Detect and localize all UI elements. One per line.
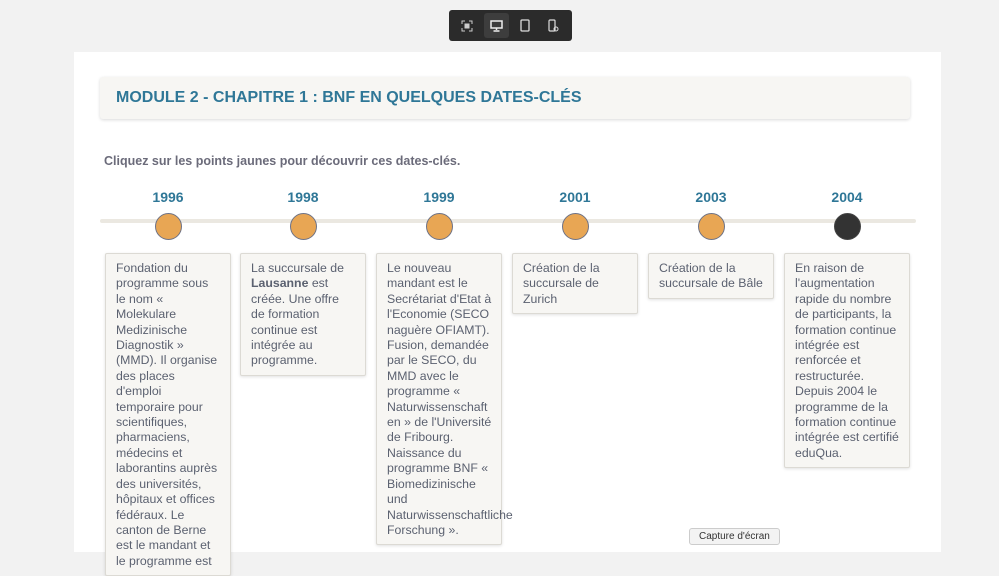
timeline-point-active[interactable] (833, 213, 861, 240)
content-panel: MODULE 2 - CHAPITRE 1 : BNF EN QUELQUES … (74, 52, 941, 576)
timeline-point[interactable] (561, 213, 589, 240)
timeline-point[interactable] (697, 213, 725, 240)
timeline-point[interactable] (289, 213, 317, 240)
fullscreen-button[interactable] (455, 13, 480, 38)
timeline-year: 2003 (695, 189, 727, 205)
timeline-year: 2001 (559, 189, 591, 205)
timeline-item-2004: 2004 En raison de l'augmentation rapide … (784, 189, 910, 469)
fullscreen-icon (461, 20, 473, 31)
timeline-year: 1998 (287, 189, 319, 205)
screenshot-button[interactable]: Capture d'écran (689, 528, 780, 545)
desktop-icon (489, 19, 503, 32)
mobile-rotate-icon (548, 19, 559, 32)
timeline-item-1996: 1996 Fondation du programme sous le nom … (105, 189, 231, 576)
tablet-view-button[interactable] (512, 13, 537, 38)
timeline-point[interactable] (425, 213, 453, 240)
timeline-item-2001: 2001 Création de la succursale de Zurich (512, 189, 638, 315)
mobile-rotate-button[interactable] (541, 13, 566, 38)
timeline-card: La succursale de Lausanne est créée. Une… (240, 253, 366, 376)
preview-toolbar (449, 10, 572, 41)
card-bold-text: Lausanne (251, 276, 309, 291)
page-title: MODULE 2 - CHAPITRE 1 : BNF EN QUELQUES … (100, 77, 910, 119)
timeline-item-1999: 1999 Le nouveau mandant est le Secrétari… (376, 189, 513, 546)
timeline-item-2003: 2003 Création de la succursale de Bâle (648, 189, 774, 299)
timeline-card: Fondation du programme sous le nom « Mol… (105, 253, 231, 576)
instruction-text: Cliquez sur les points jaunes pour décou… (104, 154, 461, 168)
timeline-point[interactable] (154, 213, 182, 240)
tablet-icon (520, 19, 530, 32)
timeline-year: 1996 (152, 189, 184, 205)
desktop-view-button[interactable] (483, 13, 509, 38)
card-text: La succursale de (251, 261, 344, 275)
timeline-item-1998: 1998 La succursale de Lausanne est créée… (240, 189, 366, 376)
timeline-card: Création de la succursale de Zurich (512, 253, 638, 315)
timeline-year: 2004 (831, 189, 863, 205)
timeline-year: 1999 (423, 189, 455, 205)
timeline-card: Création de la succursale de Bâle (648, 253, 774, 299)
timeline-card: Le nouveau mandant est le Secrétariat d'… (376, 253, 513, 546)
timeline-card: En raison de l'augmentation rapide du no… (784, 253, 910, 469)
